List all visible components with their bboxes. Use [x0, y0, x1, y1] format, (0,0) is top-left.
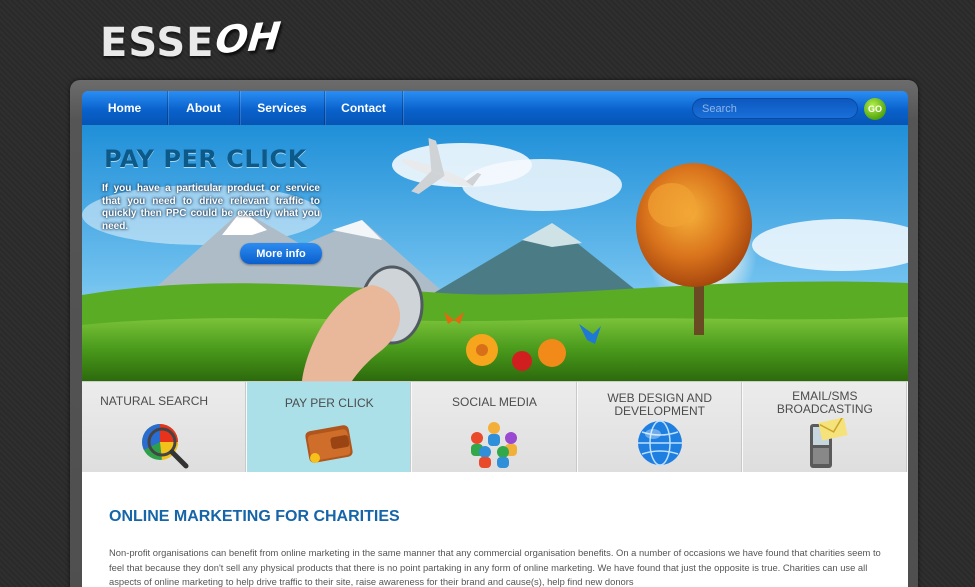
- hero-banner: PAY PER CLICK If you have a particular p…: [82, 125, 908, 381]
- content-section: ONLINE MARKETING FOR CHARITIES Non-profi…: [82, 472, 908, 587]
- service-label: EMAIL/SMS BROADCASTING: [776, 389, 873, 416]
- logo-text-esse: ESSE: [100, 20, 215, 66]
- content-body: Non-profit organisations can benefit fro…: [109, 547, 881, 587]
- nav-services[interactable]: Services: [240, 91, 325, 125]
- nav-about[interactable]: About: [168, 91, 240, 125]
- globe-icon: [637, 420, 682, 466]
- service-label: SOCIAL MEDIA: [452, 395, 537, 409]
- service-tab-natural-search[interactable]: NATURAL SEARCH: [82, 382, 248, 473]
- wallet-icon: [305, 425, 353, 463]
- hero-description: If you have a particular product or serv…: [102, 183, 320, 232]
- main-navbar: Home About Services Contact GO: [82, 91, 908, 125]
- search-go-button[interactable]: GO: [864, 98, 886, 120]
- site-logo[interactable]: ESSE OH: [100, 12, 284, 74]
- more-info-button[interactable]: More info: [240, 243, 322, 264]
- search-input[interactable]: [692, 98, 858, 119]
- service-label: WEB DESIGN AND DEVELOPMENT: [607, 391, 712, 418]
- hero-title: PAY PER CLICK: [104, 145, 307, 173]
- service-tab-web-design[interactable]: WEB DESIGN AND DEVELOPMENT: [577, 382, 743, 473]
- service-label: NATURAL SEARCH: [100, 394, 209, 408]
- service-label: PAY PER CLICK: [284, 396, 374, 410]
- logo-text-oh: OH: [213, 13, 284, 63]
- phone-email-icon: [809, 418, 848, 468]
- pie-chart-magnifier-icon: [142, 424, 189, 469]
- service-tab-email-sms[interactable]: EMAIL/SMS BROADCASTING: [742, 382, 908, 473]
- nav-home[interactable]: Home: [82, 91, 168, 125]
- service-tab-pay-per-click[interactable]: PAY PER CLICK: [247, 382, 413, 473]
- nav-contact[interactable]: Contact: [325, 91, 403, 125]
- service-tab-social-media[interactable]: SOCIAL MEDIA: [412, 382, 578, 473]
- people-group-icon: [471, 422, 518, 468]
- content-title: ONLINE MARKETING FOR CHARITIES: [109, 508, 400, 525]
- services-tabs: NATURAL SEARCH PAY PER CLICK SOCIAL MEDI…: [82, 381, 908, 473]
